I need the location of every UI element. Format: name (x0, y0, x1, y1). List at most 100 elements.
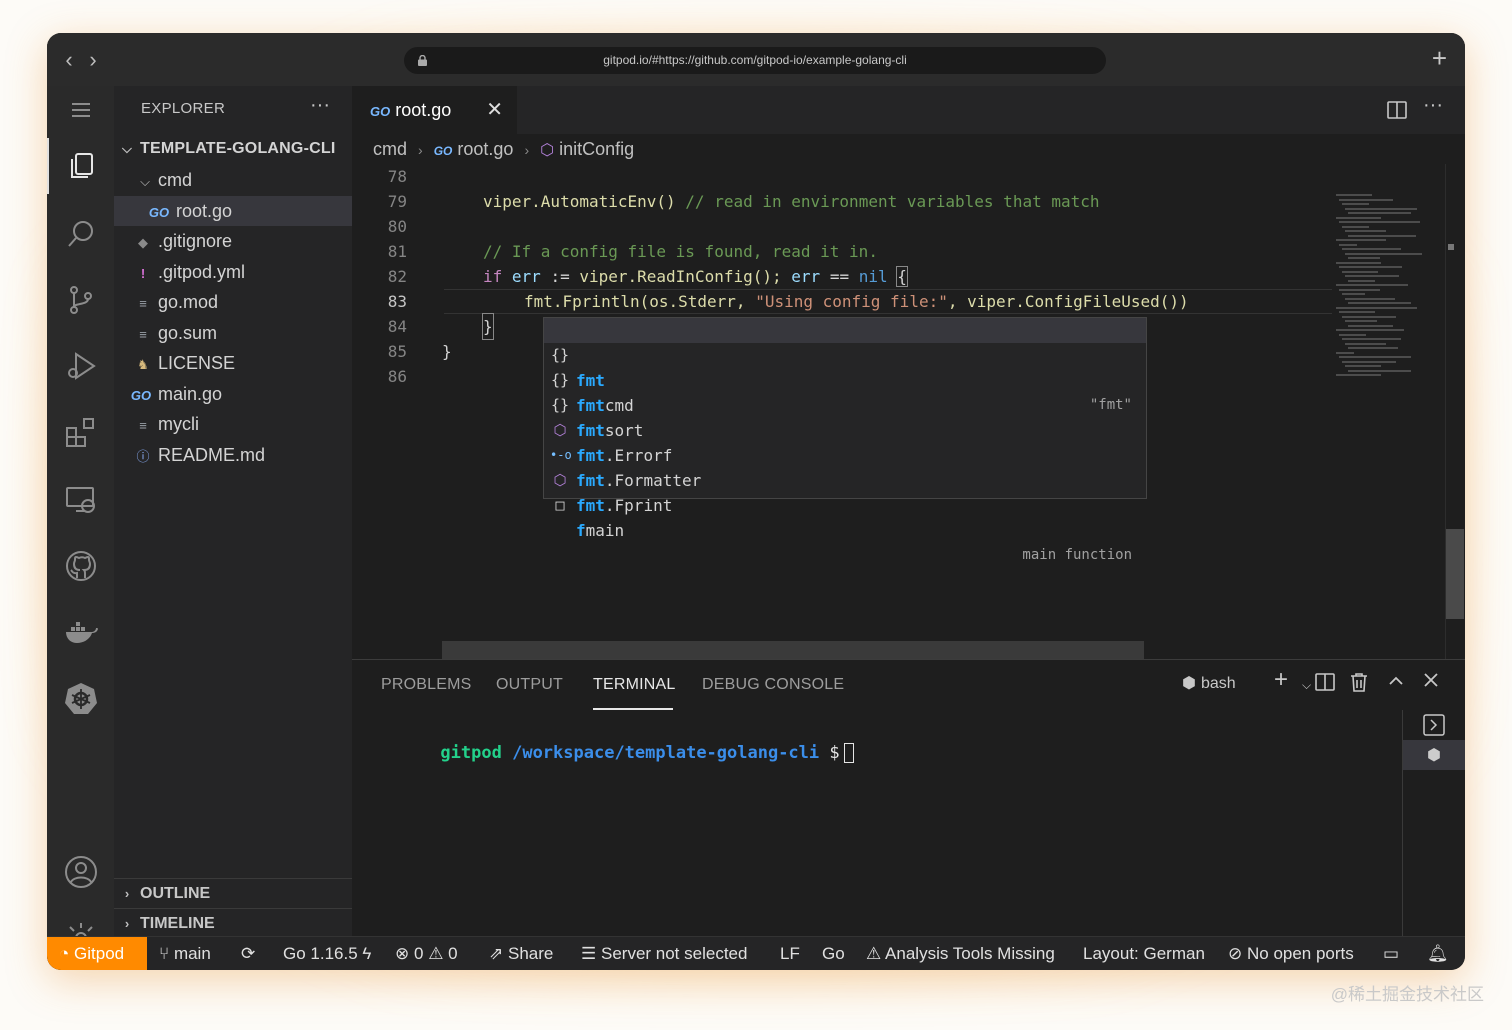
account-icon[interactable] (47, 844, 114, 900)
tree-file-license[interactable]: ♞ LICENSE (114, 348, 352, 378)
line-number: 78 (387, 167, 407, 186)
minimap-line (1342, 293, 1365, 295)
remote-explorer-icon[interactable] (47, 472, 114, 528)
tree-file-mycli[interactable]: ≡ mycli (114, 409, 352, 439)
suggestion-item[interactable]: ⬡ fmt.Fprint (544, 443, 1146, 515)
minimap-line (1336, 306, 1417, 309)
scroll-thumb[interactable] (1446, 529, 1464, 619)
docker-icon[interactable] (47, 604, 114, 660)
git-branch-icon: ⑂ (159, 944, 170, 963)
minimap-line (1336, 284, 1408, 286)
tab-output[interactable]: OUTPUT (496, 676, 563, 694)
minimap-line (1339, 221, 1420, 223)
feedback-icon[interactable]: ▭ (1383, 937, 1399, 970)
suggestion-item[interactable]: •-o fmt.Formatter (544, 418, 1146, 490)
terminal-instance-icon[interactable]: ⬢ (1403, 740, 1465, 770)
split-terminal-icon[interactable] (1315, 672, 1335, 697)
minimap-line (1348, 347, 1398, 349)
tree-file-main-go[interactable]: GO main.go (114, 379, 352, 409)
forward-arrow-icon[interactable]: › (83, 47, 103, 73)
minimap-line (1339, 243, 1357, 246)
back-arrow-icon[interactable]: ‹ (59, 47, 79, 73)
maximize-panel-icon[interactable] (1387, 672, 1405, 695)
tab-terminal[interactable]: TERMINAL (593, 676, 676, 694)
explorer-more-button[interactable]: ··· (310, 94, 330, 117)
go-version-text: Go 1.16.5 (283, 944, 358, 963)
active-tab-indicator (593, 708, 673, 710)
workspace-root[interactable]: ⌵ TEMPLATE-GOLANG-CLI (114, 134, 352, 164)
tab-problems[interactable]: PROBLEMS (381, 676, 472, 694)
suggestion-item[interactable]: {} fmt "fmt" (544, 318, 1146, 413)
share-button[interactable]: ⇗ Share (489, 937, 553, 970)
explorer-title: EXPLORER (141, 100, 226, 117)
language-indicator[interactable]: Go (822, 937, 845, 970)
run-debug-icon[interactable] (47, 338, 114, 394)
editor-more-icon[interactable]: ··· (1423, 94, 1443, 117)
suggestion-item[interactable]: {} fmtsort (544, 368, 1146, 440)
new-terminal-icon[interactable]: + (1274, 666, 1288, 694)
explorer-icon[interactable] (47, 138, 114, 194)
timeline-section[interactable]: › TIMELINE (114, 908, 352, 938)
breadcrumb-symbol[interactable]: initConfig (559, 139, 634, 159)
new-tab-button[interactable]: + (1432, 45, 1447, 71)
tab-debug-console[interactable]: DEBUG CONSOLE (702, 676, 844, 694)
tree-file-go-sum[interactable]: ≡ go.sum (114, 318, 352, 348)
branch-name: main (173, 944, 211, 963)
breadcrumb-folder[interactable]: cmd (373, 139, 407, 159)
tree-file-go-mod[interactable]: ≡ go.mod (114, 287, 352, 317)
split-editor-icon[interactable] (1387, 100, 1407, 125)
minimap-line (1345, 252, 1422, 255)
terminal-prompt-line[interactable]: gitpod /workspace/template-golang-cli $ (379, 723, 854, 783)
kubernetes-icon[interactable] (47, 670, 114, 726)
trash-icon[interactable] (1350, 672, 1368, 697)
close-icon[interactable] (1423, 672, 1439, 693)
tree-file-root-go[interactable]: GO root.go (114, 196, 352, 226)
suggestion-item[interactable]: ⬡ fmt.Errorf (544, 393, 1146, 465)
notifications-bell-icon[interactable]: 🔔︎ (1427, 937, 1449, 970)
tab-root-go[interactable]: GO root.go ✕ (352, 86, 517, 134)
editor-horizontal-scrollbar[interactable] (442, 641, 1144, 659)
extensions-icon[interactable] (47, 404, 114, 460)
tree-file-gitignore[interactable]: ◆ .gitignore (114, 226, 352, 256)
outline-section[interactable]: › OUTLINE (114, 878, 352, 908)
tree-file-readme[interactable]: ⓘ README.md (114, 440, 352, 470)
gitpod-button[interactable]: ◔ Gitpod (47, 937, 147, 970)
tree-file-gitpod-yml[interactable]: ! .gitpod.yml (114, 257, 352, 287)
menu-icon[interactable] (47, 86, 114, 134)
search-icon[interactable] (47, 206, 114, 262)
minimap[interactable] (1332, 164, 1445, 659)
server-indicator[interactable]: ☰ Server not selected (581, 937, 747, 970)
browser-toolbar: ‹ › gitpod.io/#https://github.com/gitpod… (47, 33, 1465, 86)
code-token: err (791, 267, 821, 286)
tree-folder-cmd[interactable]: ⌵ cmd (114, 165, 352, 195)
explorer-sidebar: EXPLORER ··· ⌵ TEMPLATE-GOLANG-CLI ⌵ cmd G… (114, 86, 352, 936)
minimap-line (1345, 320, 1377, 322)
github-icon[interactable] (47, 538, 114, 594)
source-control-icon[interactable] (47, 272, 114, 328)
close-icon[interactable]: ✕ (486, 86, 503, 134)
terminal-launch-icon[interactable] (1403, 710, 1465, 740)
analysis-tools-indicator[interactable]: ⚠ Analysis Tools Missing (866, 937, 1055, 970)
code-token: == (820, 267, 859, 286)
editor-vertical-scrollbar[interactable] (1445, 164, 1465, 659)
branch-indicator[interactable]: ⑂ main (159, 937, 211, 970)
chevron-right-icon: › (124, 916, 130, 931)
problems-indicator[interactable]: ⊗ 0 ⚠ 0 (395, 937, 458, 970)
license-file-icon: ♞ (137, 357, 149, 372)
minimap-line (1339, 288, 1380, 291)
suggestion-item[interactable]: □ fmain main function (544, 468, 1146, 563)
code-token: fmt.Fprintln(os.Stderr, (524, 292, 756, 311)
go-version[interactable]: Go 1.16.5 ϟ (283, 937, 371, 970)
eol-indicator[interactable]: LF (780, 937, 800, 970)
text-file-icon: ≡ (139, 296, 147, 311)
breadcrumb-file[interactable]: root.go (457, 139, 513, 159)
sync-icon[interactable]: ⟳ (241, 937, 255, 970)
chevron-right-icon: › (524, 142, 530, 158)
ports-indicator[interactable]: ⊘ No open ports (1228, 937, 1354, 970)
terminal-shell-selector[interactable]: ⬢ bash (1182, 672, 1236, 693)
suggestion-item[interactable]: {} fmtcmd (544, 343, 1146, 415)
address-bar[interactable]: gitpod.io/#https://github.com/gitpod-io/… (404, 47, 1106, 74)
chevron-down-icon[interactable]: ⌵ (1302, 678, 1311, 693)
minimap-line (1336, 194, 1372, 196)
keyboard-layout-indicator[interactable]: Layout: German (1083, 937, 1205, 970)
